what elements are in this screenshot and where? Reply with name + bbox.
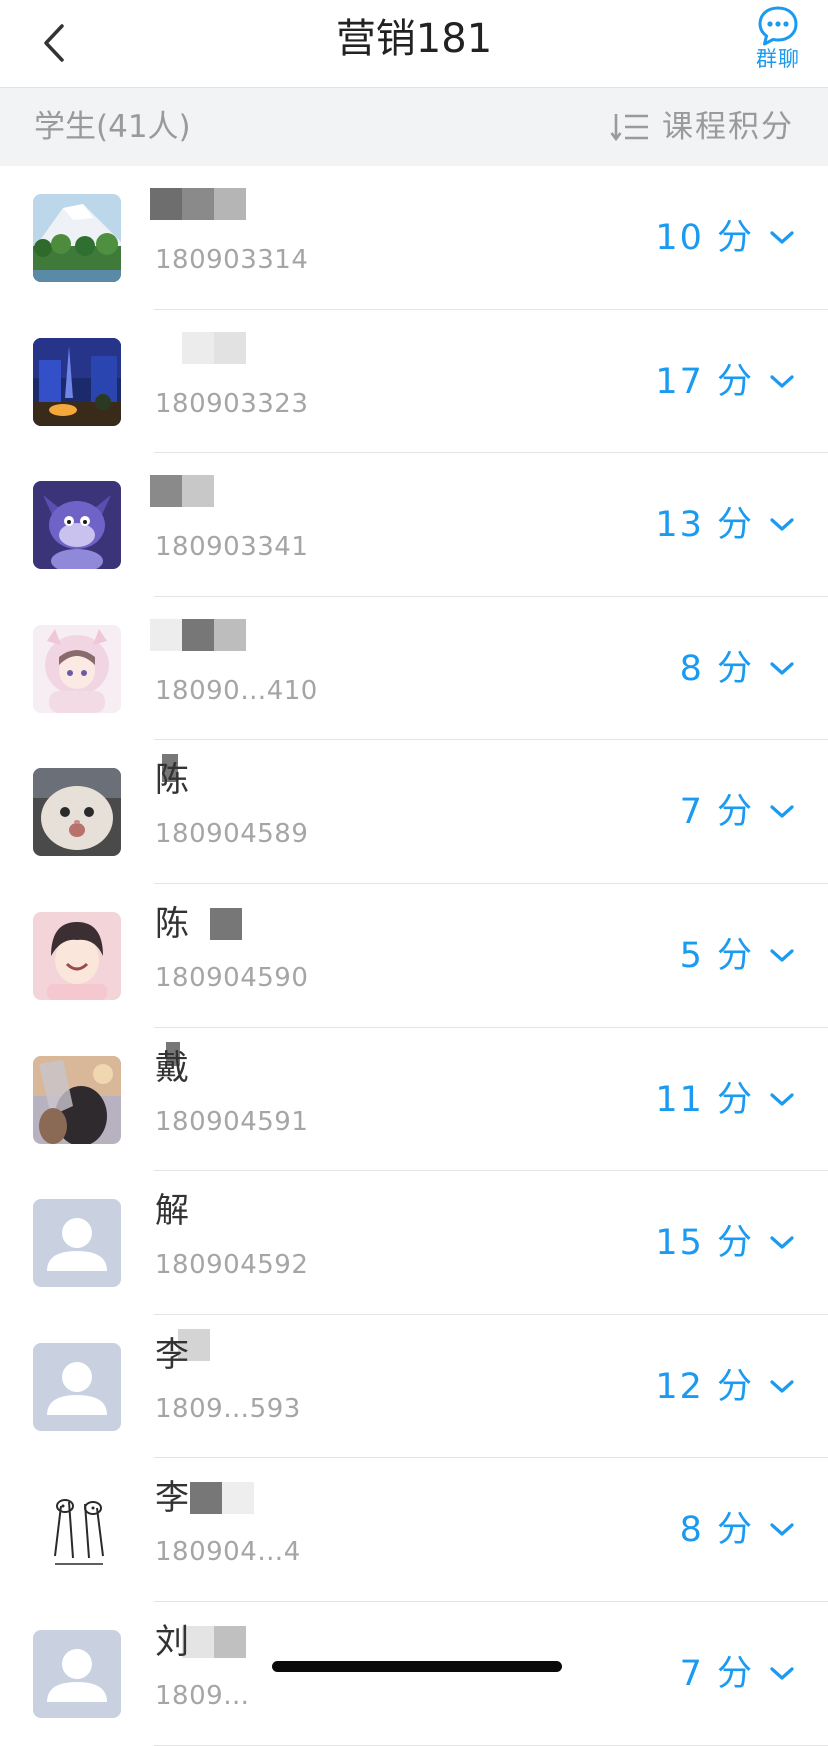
student-row[interactable]: 18090…410 8 分 <box>0 597 828 741</box>
chevron-down-icon <box>770 805 794 818</box>
student-name <box>155 184 315 228</box>
course-score[interactable]: 10 分 <box>655 214 794 262</box>
student-count: 学生(41人) <box>34 109 191 145</box>
student-row[interactable]: 刘 1809… 7 分 <box>0 1602 828 1746</box>
sort-button[interactable]: 课程积分 <box>610 106 794 148</box>
home-indicator[interactable] <box>272 1661 562 1672</box>
chevron-down-icon <box>770 231 794 244</box>
student-row[interactable]: 李 1809…593 12 分 <box>0 1315 828 1459</box>
student-name: 陈 <box>155 903 189 944</box>
student-id: 180904592 <box>155 1250 309 1281</box>
list-header: 学生(41人) 课程积分 <box>0 88 828 166</box>
chevron-down-icon <box>770 518 794 531</box>
student-name: 戴 <box>155 1047 189 1088</box>
score-value: 8 分 <box>679 648 754 689</box>
avatar-anime-girl <box>33 624 121 713</box>
student-id: 1809…593 <box>155 1393 301 1424</box>
student-id: 180904…4 <box>155 1537 301 1568</box>
chevron-down-icon <box>770 1380 794 1393</box>
page-title: 营销181 <box>335 16 493 62</box>
course-score[interactable]: 8 分 <box>680 1506 794 1554</box>
student-id: 180904591 <box>155 1106 309 1137</box>
course-score[interactable]: 7 分 <box>680 788 794 836</box>
score-value: 11 分 <box>655 1079 754 1120</box>
chevron-down-icon <box>770 1523 794 1536</box>
student-row[interactable]: 180903323 17 分 <box>0 310 828 454</box>
student-name: 解 <box>155 1191 189 1232</box>
student-id: 180903323 <box>155 388 309 419</box>
score-value: 12 分 <box>655 1366 754 1407</box>
course-score[interactable]: 7 分 <box>680 1650 794 1698</box>
student-name <box>155 615 315 659</box>
student-name: 李 <box>155 1334 189 1375</box>
student-row[interactable]: 180903314 10 分 <box>0 166 828 310</box>
sort-label: 课程积分 <box>662 109 794 145</box>
student-name: 陈 <box>155 760 189 801</box>
student-row[interactable]: 李 180904…4 8 分 <box>0 1458 828 1602</box>
student-name: 刘 <box>155 1621 189 1662</box>
avatar-night-city <box>33 337 121 426</box>
course-score[interactable]: 12 分 <box>655 1363 794 1411</box>
score-value: 15 分 <box>655 1223 754 1264</box>
student-row[interactable]: 解 180904592 15 分 <box>0 1171 828 1315</box>
course-score[interactable]: 11 分 <box>655 1076 794 1124</box>
score-value: 5 分 <box>679 935 754 976</box>
default-avatar-icon <box>33 1199 121 1288</box>
student-name <box>155 328 315 372</box>
group-chat-label: 群聊 <box>756 47 800 71</box>
student-row[interactable]: 180903341 13 分 <box>0 453 828 597</box>
student-id: 180903341 <box>155 532 309 563</box>
avatar-person-sky <box>33 1055 121 1144</box>
score-value: 8 分 <box>679 1510 754 1551</box>
chevron-down-icon <box>770 374 794 388</box>
student-row[interactable]: 陈 180904589 7 分 <box>0 740 828 884</box>
course-score[interactable]: 13 分 <box>655 501 794 549</box>
avatar-mountain <box>33 194 121 282</box>
avatar-kitten <box>33 768 121 857</box>
score-value: 7 分 <box>679 792 754 833</box>
chevron-down-icon <box>770 1092 794 1106</box>
student-id: 18090…410 <box>155 675 318 706</box>
score-value: 7 分 <box>679 1653 754 1694</box>
student-name <box>155 471 315 515</box>
student-id: 180903314 <box>155 245 309 275</box>
student-list: 180903314 10 分 180903323 17 分 180903341 … <box>0 166 828 1746</box>
chat-bubble-icon <box>758 6 798 46</box>
default-avatar-icon <box>33 1629 121 1718</box>
student-id: 180904589 <box>155 819 309 850</box>
chevron-down-icon <box>770 949 794 962</box>
student-row[interactable]: 陈 180904590 5 分 <box>0 884 828 1028</box>
score-value: 13 分 <box>655 505 754 546</box>
avatar-anime-boy <box>33 911 121 1000</box>
course-score[interactable]: 8 分 <box>680 645 794 693</box>
student-id: 1809… <box>155 1680 250 1711</box>
group-chat-button[interactable]: 群聊 <box>750 4 806 82</box>
chevron-down-icon <box>770 1236 794 1249</box>
chevron-down-icon <box>770 662 794 675</box>
chevron-down-icon <box>770 1667 794 1680</box>
nav-bar: 营销181 群聊 <box>0 0 828 88</box>
avatar-cartoon-cat <box>33 481 121 570</box>
course-score[interactable]: 5 分 <box>680 932 794 980</box>
avatar-sketch <box>33 1486 121 1575</box>
student-id: 180904590 <box>155 962 309 993</box>
default-avatar-icon <box>33 1342 121 1431</box>
score-value: 17 分 <box>655 361 754 402</box>
course-score[interactable]: 15 分 <box>655 1219 794 1267</box>
student-name: 李 <box>155 1478 189 1519</box>
student-row[interactable]: 戴 180904591 11 分 <box>0 1028 828 1172</box>
score-value: 10 分 <box>655 218 754 258</box>
sort-icon <box>610 114 648 142</box>
course-score[interactable]: 17 分 <box>655 358 794 406</box>
